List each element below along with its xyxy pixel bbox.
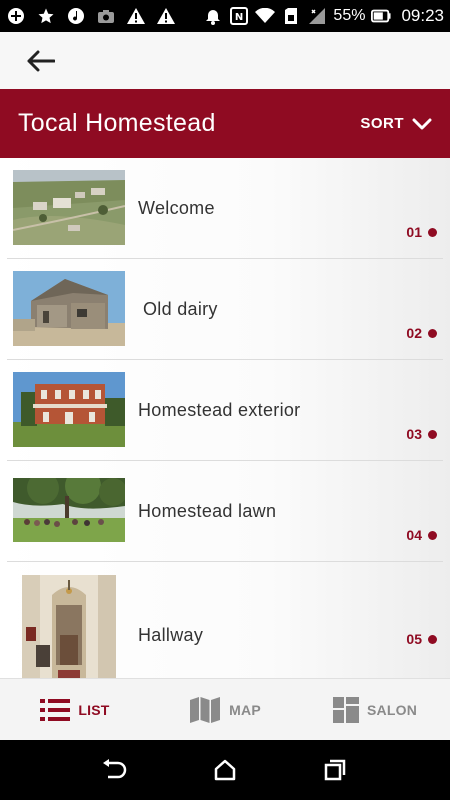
- item-number-text: 01: [406, 224, 422, 240]
- warning-icon: [156, 6, 176, 26]
- system-back-button[interactable]: [95, 750, 135, 790]
- status-dot: [428, 429, 437, 439]
- sd-icon: [281, 6, 301, 26]
- wifi-icon: [255, 6, 276, 26]
- home-icon: [214, 759, 236, 781]
- list-item[interactable]: Homestead exterior 03: [7, 360, 443, 461]
- item-number-text: 02: [406, 325, 422, 341]
- thumbnail-image: [13, 478, 125, 542]
- thumbnail-image: [13, 170, 125, 245]
- system-navigation-bar: [0, 740, 450, 800]
- status-dot: [428, 634, 437, 644]
- item-title: Old dairy: [143, 299, 218, 319]
- top-app-bar: [0, 32, 450, 89]
- map-icon: [190, 696, 221, 723]
- list-item[interactable]: Welcome 01: [7, 158, 443, 259]
- tab-list-label: LIST: [78, 701, 110, 718]
- recents-icon: [324, 759, 346, 781]
- thumbnail-image: [13, 271, 125, 346]
- warning-icon: [126, 6, 146, 26]
- sort-button[interactable]: SORT: [360, 115, 432, 132]
- item-number: 04: [406, 527, 437, 543]
- grid-icon: [333, 696, 359, 723]
- item-number-text: 04: [406, 527, 422, 543]
- header-bar: Tocal Homestead SORT: [0, 89, 450, 158]
- item-number: 02: [406, 325, 437, 341]
- list-item[interactable]: Homestead lawn 04: [7, 461, 443, 562]
- camera-icon: [96, 6, 116, 26]
- battery-percent: 55%: [333, 7, 366, 24]
- item-number: 03: [406, 426, 437, 442]
- system-recents-button[interactable]: [315, 750, 355, 790]
- sort-label: SORT: [360, 115, 404, 132]
- tab-map-label: MAP: [229, 701, 261, 718]
- status-left-icons: [6, 6, 176, 26]
- list-icon: [40, 698, 71, 721]
- music-note-icon: [66, 6, 86, 26]
- arrow-left-icon: [27, 50, 55, 71]
- item-title: Hallway: [138, 625, 204, 645]
- back-icon: [103, 759, 127, 779]
- status-bar: N 55% 09:23: [0, 0, 450, 32]
- nfc-icon: N: [229, 6, 249, 26]
- item-title: Welcome: [138, 198, 215, 218]
- list-item[interactable]: Hallway 05: [7, 562, 443, 678]
- item-number-text: 03: [406, 426, 422, 442]
- tab-map[interactable]: MAP: [150, 679, 300, 740]
- bottom-navigation: LIST MAP SALON: [0, 678, 450, 740]
- tab-salon[interactable]: SALON: [300, 679, 450, 740]
- item-number: 01: [406, 224, 437, 240]
- svg-text:N: N: [235, 12, 243, 23]
- page-title: Tocal Homestead: [18, 109, 216, 137]
- status-right-icons: N 55% 09:23: [203, 6, 444, 26]
- star-icon: [36, 6, 56, 26]
- signal-icon: [307, 6, 327, 26]
- list-item[interactable]: Old dairy 02: [7, 259, 443, 360]
- chevron-down-icon: [412, 118, 432, 129]
- tab-list[interactable]: LIST: [0, 679, 150, 740]
- system-home-button[interactable]: [205, 750, 245, 790]
- status-dot: [428, 530, 437, 540]
- clock: 09:23: [401, 6, 444, 25]
- thumbnail-image: [13, 372, 125, 447]
- item-number-text: 05: [406, 631, 422, 647]
- tab-salon-label: SALON: [367, 701, 417, 718]
- status-dot: [428, 328, 437, 338]
- plus-circle-icon: [6, 6, 26, 26]
- back-button[interactable]: [24, 44, 58, 78]
- item-number: 05: [406, 631, 437, 647]
- thumbnail-image: [22, 575, 116, 678]
- battery-icon: [371, 6, 391, 26]
- mute-icon: [203, 6, 223, 26]
- item-title: Homestead lawn: [138, 501, 277, 521]
- status-dot: [428, 227, 437, 237]
- item-title: Homestead exterior: [138, 400, 301, 420]
- stops-list[interactable]: Welcome 01 Old dairy 02 Homestead exteri…: [0, 158, 450, 678]
